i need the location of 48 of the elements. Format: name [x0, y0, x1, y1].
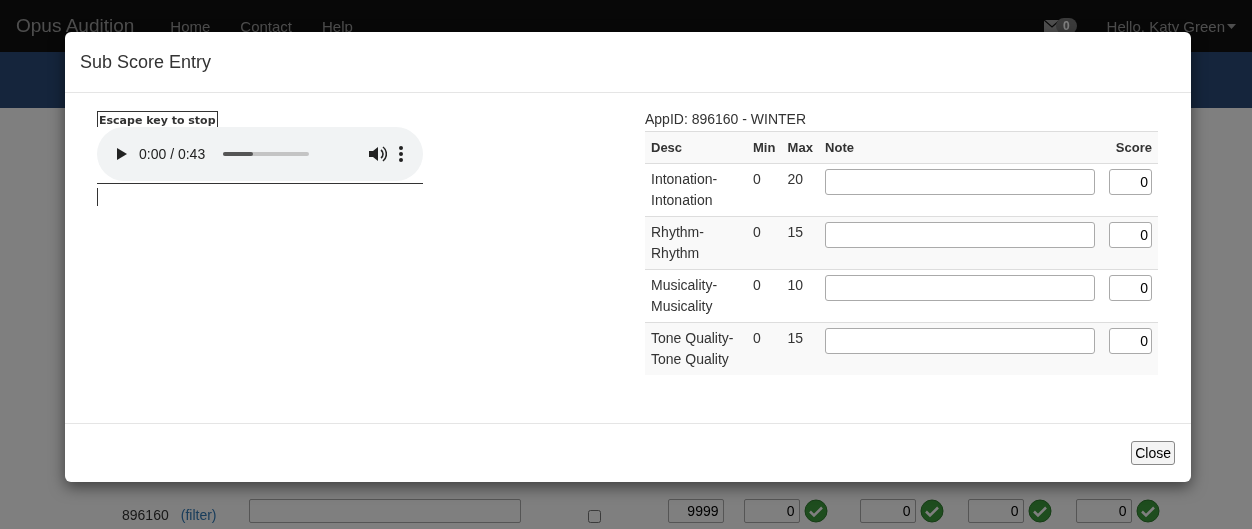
- close-button[interactable]: Close: [1131, 441, 1175, 465]
- column-header: Desc: [645, 131, 747, 164]
- table-cell: 0: [747, 163, 782, 217]
- note-field[interactable]: [825, 169, 1096, 195]
- note-field[interactable]: [825, 222, 1096, 248]
- table-cell: 15: [781, 322, 820, 375]
- score-field[interactable]: 0: [859, 499, 916, 523]
- score-field[interactable]: 0: [743, 499, 800, 523]
- score-field[interactable]: 0: [1075, 499, 1132, 523]
- column-header: Score: [1102, 131, 1158, 164]
- progress-track[interactable]: [223, 152, 310, 156]
- more-icon[interactable]: [399, 146, 403, 162]
- table-cell: Intonation-Intonation: [645, 163, 747, 217]
- column-header: Note: [819, 131, 1103, 164]
- checkmark-icon: [1135, 499, 1160, 523]
- checkmark-icon: [1027, 499, 1052, 523]
- score-field[interactable]: 0: [1109, 222, 1152, 248]
- app-id-cell: 896160: [122, 507, 169, 523]
- table-cell: Tone Quality-Tone Quality: [645, 322, 747, 375]
- note-field[interactable]: [825, 275, 1096, 301]
- column-header: Min: [747, 131, 782, 164]
- score-field[interactable]: 0: [1109, 328, 1152, 354]
- table-cell: 0: [747, 322, 782, 375]
- table-cell: 0: [747, 269, 782, 323]
- app-id-label: AppID: 896160 - WINTER: [645, 111, 808, 127]
- caret-icon[interactable]: [1227, 23, 1236, 29]
- modal-title: Sub Score Entry: [80, 51, 212, 73]
- table-cell: 15: [781, 216, 820, 270]
- playback-time: 0:00 / 0:43: [139, 146, 206, 162]
- column-header: Max: [781, 131, 820, 164]
- filter-link[interactable]: (filter): [180, 507, 217, 523]
- score-field[interactable]: 0: [1109, 275, 1152, 301]
- table-cell: Musicality-Musicality: [645, 269, 747, 323]
- checkmark-icon: [919, 499, 944, 523]
- volume-icon[interactable]: [369, 146, 387, 162]
- mail-icon[interactable]: [1043, 20, 1060, 32]
- note-field[interactable]: [825, 328, 1096, 354]
- score-field[interactable]: 0: [1109, 169, 1152, 195]
- table-cell: 20: [781, 163, 820, 217]
- table-cell: 0: [747, 216, 782, 270]
- table-cell: Rhythm-Rhythm: [645, 216, 747, 270]
- play-icon[interactable]: [117, 148, 127, 160]
- total-field[interactable]: 9999: [667, 499, 724, 523]
- checkbox[interactable]: [587, 510, 601, 523]
- text-field[interactable]: [248, 499, 521, 523]
- table-cell: 10: [781, 269, 820, 323]
- checkmark-icon: [803, 499, 828, 523]
- score-field[interactable]: 0: [967, 499, 1024, 523]
